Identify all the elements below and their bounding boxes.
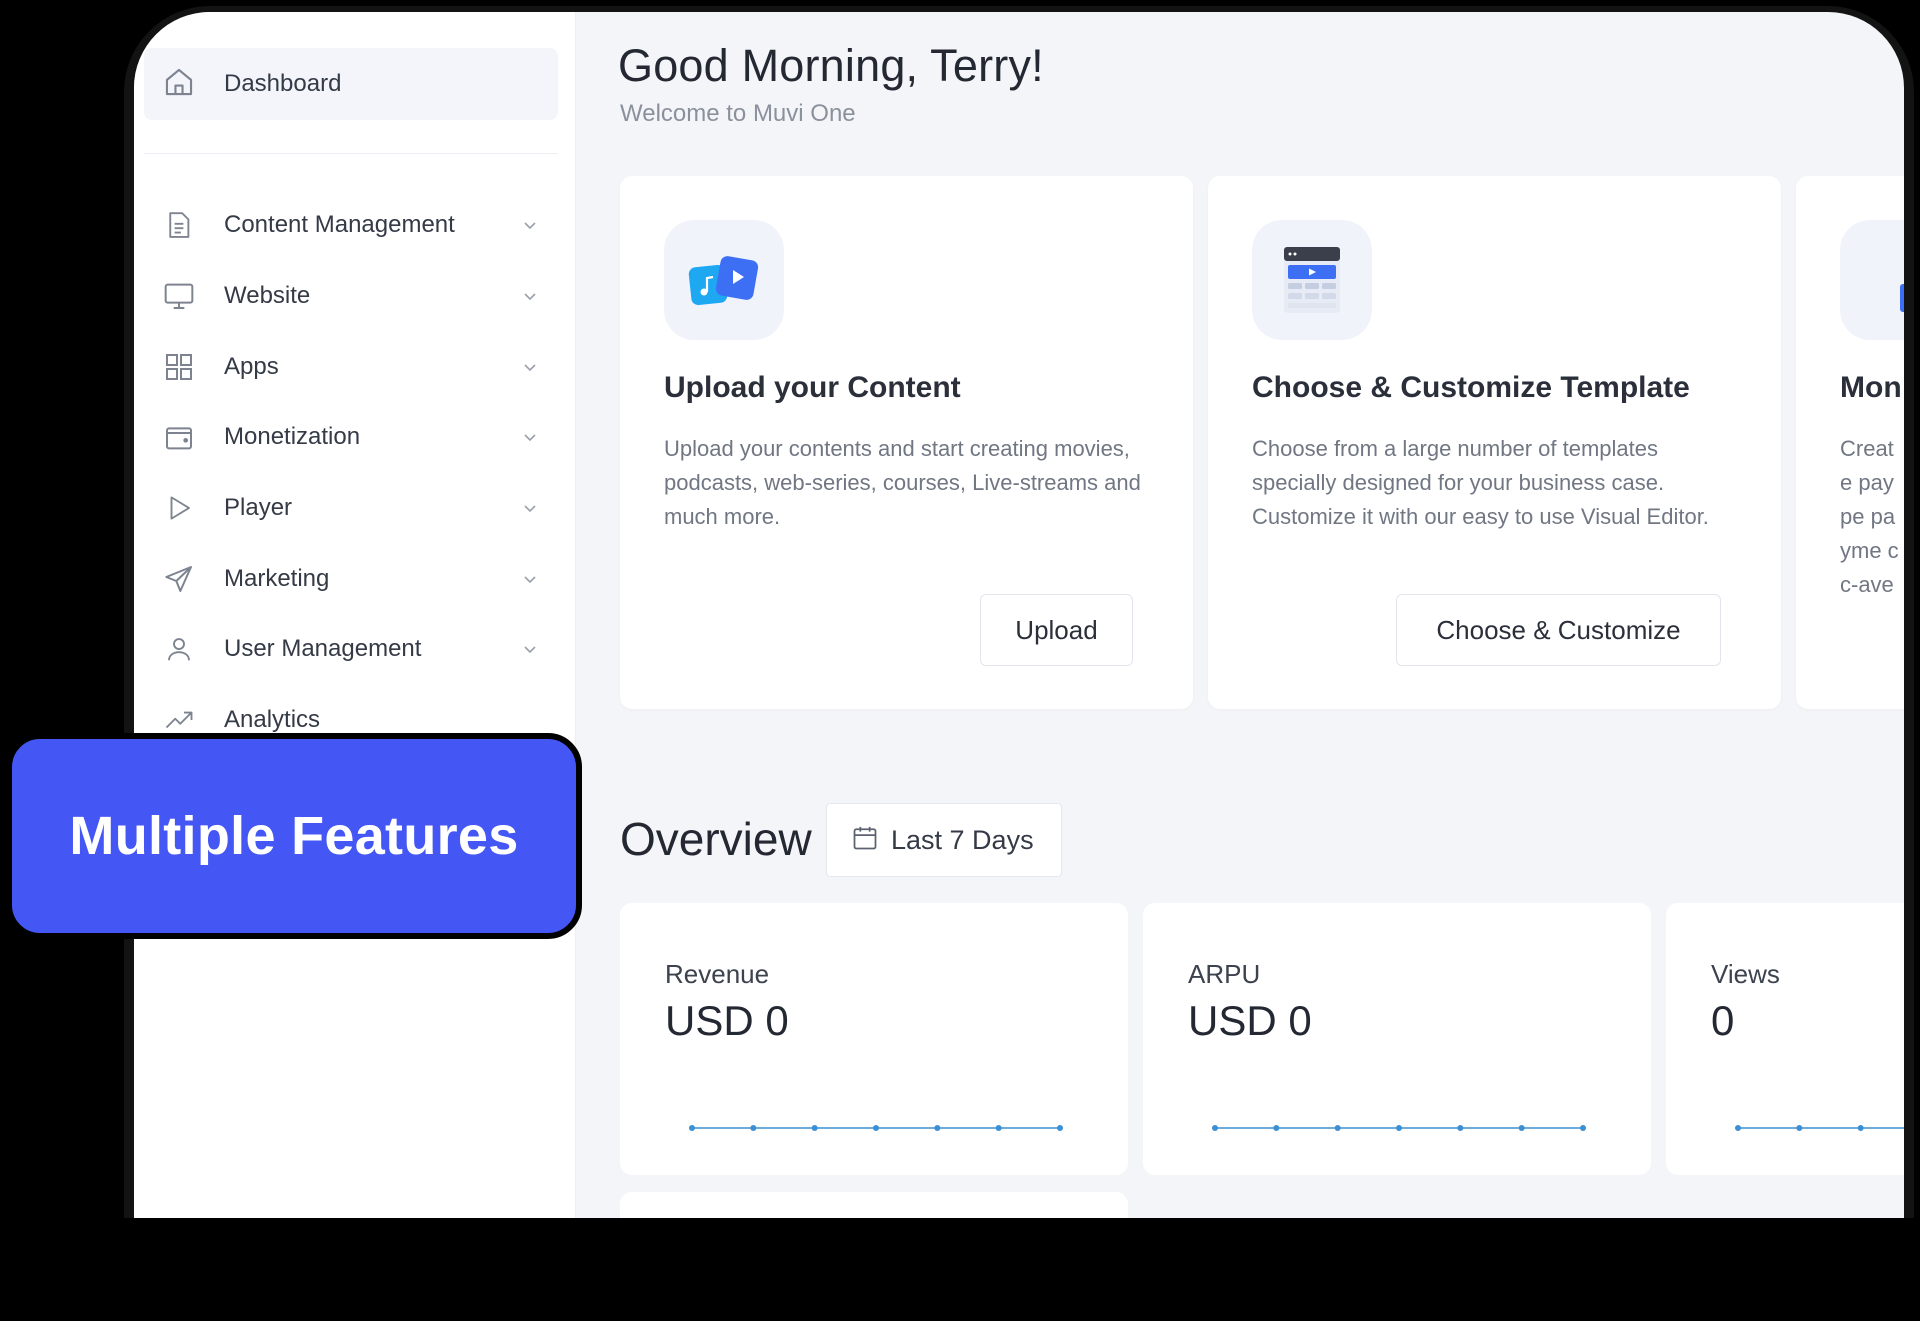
date-range-selector[interactable]: Last 7 Days [826, 803, 1062, 877]
media-files-icon [664, 220, 784, 340]
chevron-down-icon[interactable] [522, 359, 538, 380]
page-subtitle: Welcome to Muvi One [620, 100, 856, 127]
monitor-icon [162, 279, 196, 313]
sparkline-point [1735, 1125, 1741, 1131]
grid-icon [162, 350, 196, 384]
sidebar-item-label: Marketing [224, 564, 330, 592]
sparkline-point [1796, 1125, 1803, 1131]
card-description: Create pay pe payme cc-ave [1840, 436, 1899, 597]
sidebar-item-marketing[interactable]: Marketing [134, 543, 576, 614]
sparkline-point [1273, 1125, 1280, 1131]
sparkline-point [934, 1125, 941, 1131]
sparkline-point [750, 1125, 757, 1131]
sidebar-item-dashboard[interactable]: Dashboard [144, 48, 558, 120]
sidebar-divider [144, 153, 558, 154]
device-frame: Dashboard Content Management Website App… [124, 6, 1914, 1218]
sidebar-item-user-management[interactable]: User Management [134, 614, 576, 685]
sparkline [689, 1125, 1063, 1131]
sidebar-item-label: Content Management [224, 211, 455, 239]
sparkline [1735, 1125, 1904, 1131]
date-range-label: Last 7 Days [891, 824, 1034, 855]
page-title: Good Morning, Terry! [618, 40, 1044, 91]
stat-card-arpu: ARPU USD 0 [1143, 903, 1651, 1175]
card-title: Mon [1840, 371, 1902, 404]
sparkline-point [873, 1125, 879, 1131]
chevron-down-icon[interactable] [522, 571, 538, 592]
main-content: Good Morning, Terry! Welcome to Muvi One… [576, 12, 1904, 1218]
sparkline-point [1457, 1125, 1464, 1131]
sidebar-item-content-management[interactable]: Content Management [134, 190, 576, 261]
upload-button[interactable]: Upload [980, 594, 1133, 666]
sparkline-point [689, 1125, 695, 1131]
stat-value: USD 0 [1188, 997, 1312, 1044]
sidebar-item-label: Analytics [224, 706, 321, 734]
sparkline-point [811, 1125, 818, 1131]
send-icon [162, 562, 196, 596]
sidebar-item-label: User Management [224, 635, 422, 663]
document-icon [162, 208, 196, 242]
onboarding-card-upload: Upload your Content Upload your contents… [620, 176, 1193, 709]
onboarding-card-template: Choose & Customize Template Choose from … [1208, 176, 1781, 709]
chevron-down-icon[interactable] [522, 500, 538, 521]
stat-value: USD 0 [665, 997, 789, 1044]
stat-label: Revenue [665, 959, 770, 989]
wallet-icon [162, 420, 196, 454]
template-icon [1252, 220, 1372, 340]
chevron-down-icon[interactable] [522, 429, 538, 450]
user-icon [162, 632, 196, 666]
calendar-icon [851, 824, 879, 857]
sparkline-point [1212, 1125, 1218, 1131]
chevron-down-icon[interactable] [522, 217, 538, 238]
card-description: Upload your contents and start creating … [664, 436, 1141, 529]
stat-label: ARPU [1188, 959, 1261, 989]
feature-badge: Multiple Features [6, 733, 582, 939]
sidebar-item-label: Player [224, 494, 293, 522]
money-plant-icon [1840, 220, 1904, 340]
chevron-down-icon[interactable] [522, 288, 538, 309]
sidebar-item-label: Website [224, 282, 311, 310]
sidebar-item-player[interactable]: Player [134, 473, 576, 544]
sidebar-nav: Content Management Website Apps Monetiza… [134, 190, 576, 756]
sparkline-point [1518, 1125, 1525, 1131]
home-icon [162, 65, 196, 104]
card-description: Choose from a large number of templates … [1252, 436, 1709, 529]
onboarding-card-monetization: Mon Create pay pe payme cc-ave [1796, 176, 1904, 709]
sparkline-point [1857, 1125, 1864, 1131]
stat-card-revenue: Revenue USD 0 [620, 903, 1128, 1175]
sidebar: Dashboard Content Management Website App… [134, 12, 576, 1218]
app-screen: Dashboard Content Management Website App… [134, 12, 1904, 1218]
sparkline-point [1057, 1125, 1063, 1131]
card-title: Upload your Content [664, 371, 961, 404]
stat-label: Views [1711, 959, 1780, 989]
stat-card-views: Views 0 [1666, 903, 1904, 1175]
sidebar-item-label: Dashboard [224, 70, 342, 97]
overview-title: Overview [620, 813, 812, 865]
choose-customize-button[interactable]: Choose & Customize [1396, 594, 1721, 666]
stat-card-placeholder [620, 1192, 1128, 1218]
sidebar-item-apps[interactable]: Apps [134, 331, 576, 402]
sidebar-item-label: Monetization [224, 423, 361, 451]
sparkline-point [1396, 1125, 1402, 1131]
sparkline-point [1334, 1125, 1341, 1131]
sparkline-point [995, 1125, 1002, 1131]
sparkline-point [1580, 1125, 1586, 1131]
sidebar-item-monetization[interactable]: Monetization [134, 402, 576, 473]
card-title: Choose & Customize Template [1252, 371, 1690, 404]
stat-value: 0 [1711, 997, 1735, 1044]
feature-badge-label: Multiple Features [69, 806, 519, 866]
chevron-down-icon[interactable] [522, 641, 538, 662]
sidebar-item-website[interactable]: Website [134, 261, 576, 332]
sidebar-item-label: Apps [224, 352, 279, 380]
play-icon [162, 491, 196, 525]
sparkline [1212, 1125, 1586, 1131]
